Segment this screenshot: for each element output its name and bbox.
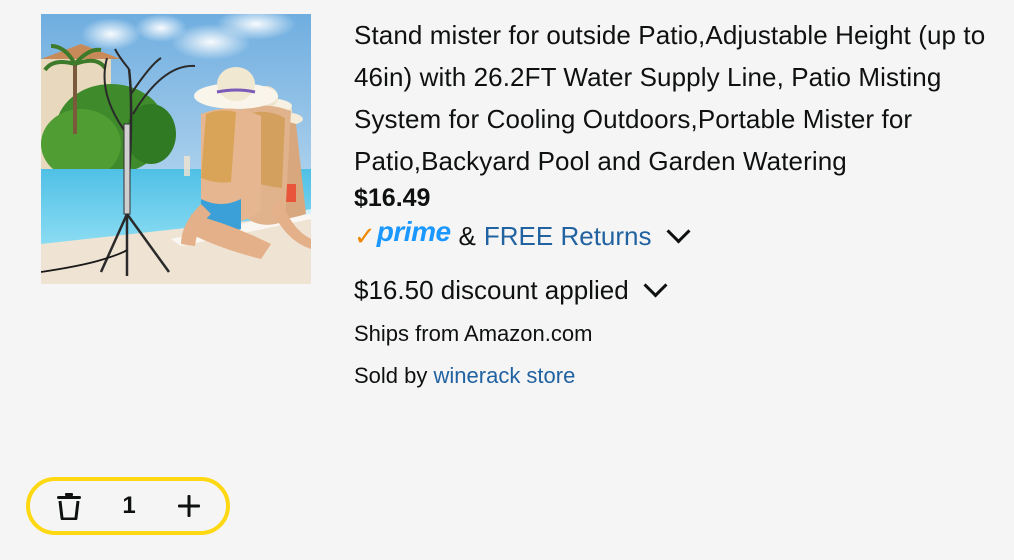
free-returns-link[interactable]: FREE Returns: [484, 221, 652, 252]
sold-by-label: Sold by: [354, 363, 428, 388]
seller-link[interactable]: winerack store: [434, 363, 576, 388]
prime-logo: prime: [376, 216, 451, 247]
product-title[interactable]: Stand mister for outside Patio,Adjustabl…: [354, 14, 994, 182]
ships-from: Ships from Amazon.com: [354, 321, 593, 346]
chevron-down-icon[interactable]: [643, 272, 668, 298]
quantity-stepper: 1: [26, 477, 230, 535]
trash-icon: [57, 493, 81, 520]
sold-by: Sold by winerack store: [354, 360, 994, 392]
prime-check-icon: ✓: [354, 220, 376, 251]
product-photo: [41, 14, 311, 284]
product-image[interactable]: [41, 14, 311, 284]
discount-text: $16.50 discount applied: [354, 274, 629, 305]
chevron-down-icon[interactable]: [665, 218, 691, 244]
product-details: Stand mister for outside Patio,Adjustabl…: [354, 14, 994, 392]
increment-button[interactable]: [174, 491, 204, 521]
cart-item: Stand mister for outside Patio,Adjustabl…: [0, 0, 1014, 560]
product-price: $16.49: [354, 184, 431, 212]
discount-toggle[interactable]: $16.50 discount applied: [354, 270, 994, 310]
quantity-value: 1: [122, 492, 136, 519]
delivery-options[interactable]: ✓ prime & FREE Returns: [354, 214, 994, 258]
delete-button[interactable]: [54, 491, 84, 521]
plus-icon: [177, 495, 200, 517]
ampersand-label: &: [458, 220, 476, 251]
